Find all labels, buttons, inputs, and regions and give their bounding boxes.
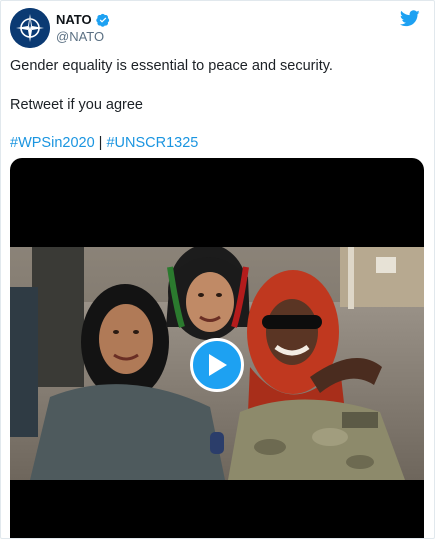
hashtag-wpsin2020[interactable]: #WPSin2020 — [10, 135, 95, 151]
play-icon — [209, 354, 227, 376]
tweet-card[interactable]: NATO @NATO Gender equality is essential … — [0, 0, 435, 539]
verified-badge-icon — [95, 13, 109, 27]
author-handle[interactable]: @NATO — [56, 29, 104, 44]
twitter-bird-icon[interactable] — [400, 10, 420, 27]
hashtag-unscr1325[interactable]: #UNSCR1325 — [106, 135, 198, 151]
play-button[interactable] — [190, 338, 244, 392]
tweet-text-line-1: Gender equality is essential to peace an… — [10, 58, 333, 74]
nato-logo-icon[interactable] — [10, 8, 50, 48]
tweet-text-line-2: Retweet if you agree — [10, 97, 143, 113]
hashtag-row: #WPSin2020 | #UNSCR1325 — [10, 134, 198, 152]
hashtag-separator: | — [98, 135, 103, 151]
video-player[interactable] — [10, 158, 424, 538]
author-name[interactable]: NATO — [56, 12, 92, 27]
